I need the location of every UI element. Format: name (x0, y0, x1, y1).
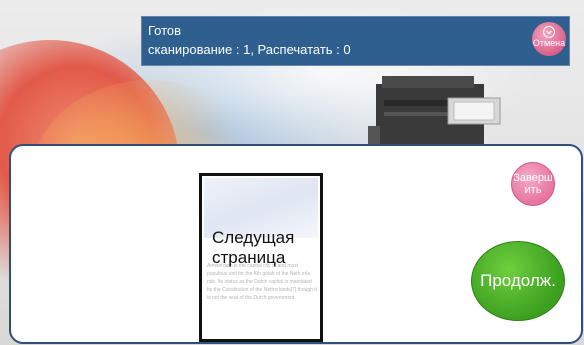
finish-button[interactable]: Заверш ить (511, 162, 555, 206)
printer-icon (368, 76, 501, 144)
cancel-button[interactable]: Отмена (532, 22, 566, 56)
finish-label: Заверш ить (513, 172, 553, 196)
status-counts: сканирование : 1, Распечатать : 0 (148, 42, 351, 57)
status-state: Готов (148, 23, 182, 38)
next-page-label: Следущая страница (212, 228, 295, 267)
chevron-down-icon (543, 26, 555, 38)
continue-button[interactable]: Продолж. (471, 241, 565, 321)
thumbnail-document-text: Amsterdam is the capital city of and mos… (207, 263, 317, 301)
continue-label: Продолж. (480, 271, 556, 290)
cancel-label: Отмена (532, 38, 566, 48)
status-bar: Готов сканирование : 1, Распечатать : 0 (141, 16, 570, 66)
